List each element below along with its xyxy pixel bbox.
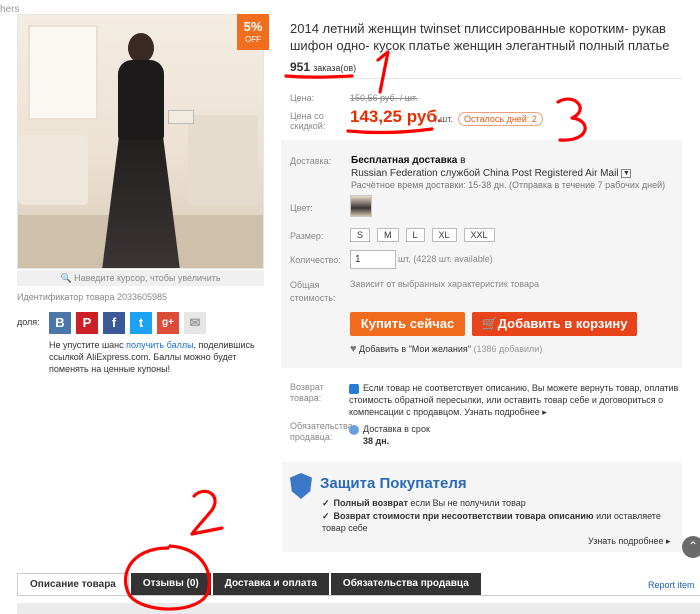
red-annotations: [124, 50, 587, 611]
circle-reviews: [124, 544, 211, 611]
number-1-stroke: [376, 50, 390, 94]
underline-price: [346, 127, 434, 135]
number-3-stroke: [556, 97, 587, 142]
number-2-stroke: [190, 489, 224, 536]
underline-orders: [284, 74, 354, 79]
